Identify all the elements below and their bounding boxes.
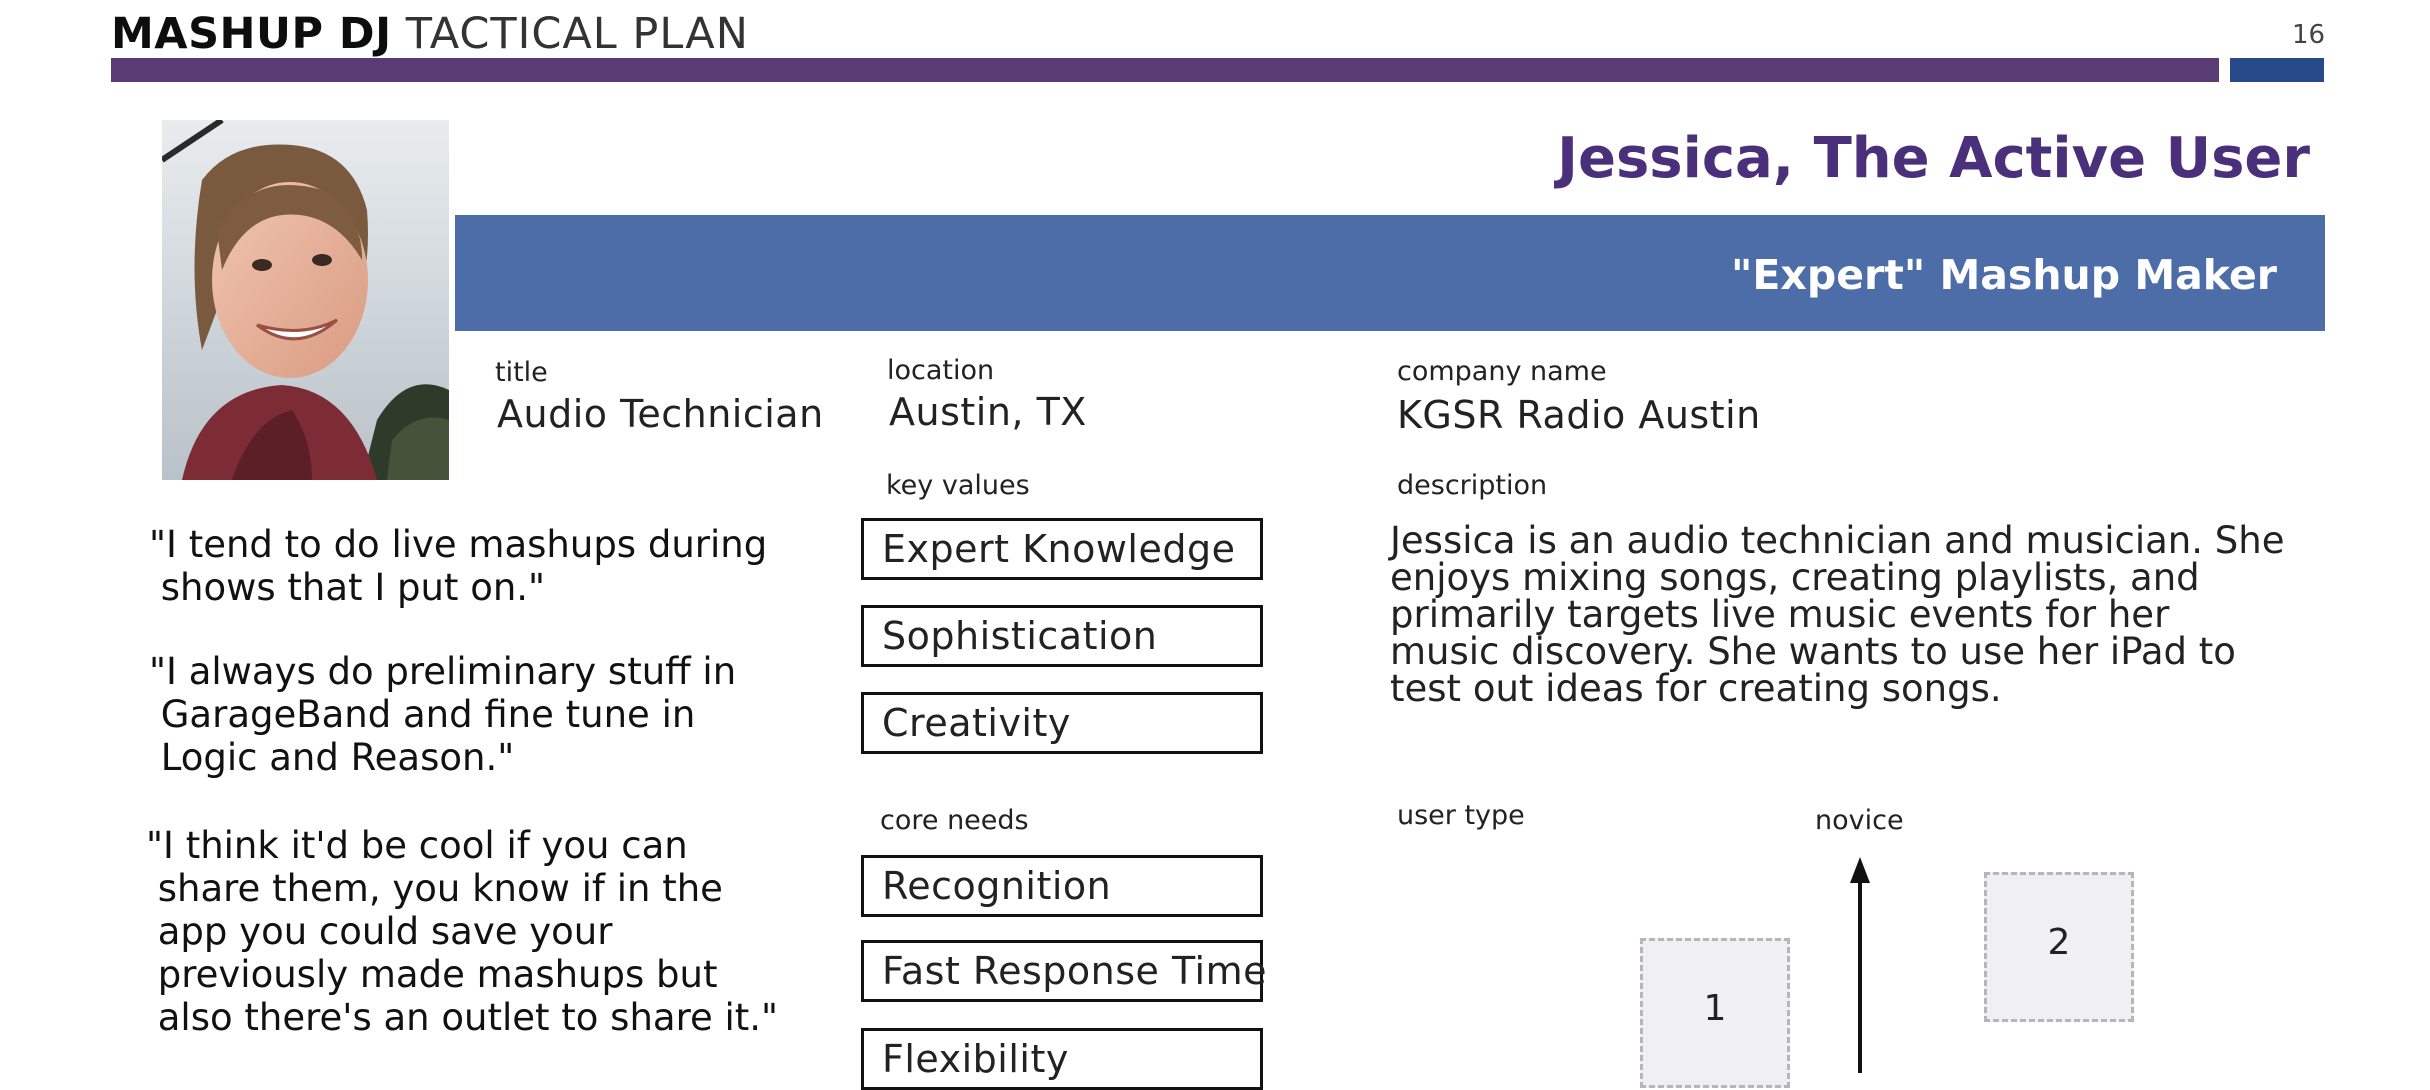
page-number: 16: [2292, 20, 2326, 50]
title-value: Audio Technician: [497, 392, 824, 436]
core-need-item: Recognition: [861, 855, 1263, 917]
quote-1: "I tend to do live mashups during shows …: [149, 523, 768, 609]
core-need-item: Fast Response Time: [861, 940, 1267, 1002]
persona-portrait-image: [162, 120, 449, 480]
persona-photo: [162, 120, 449, 480]
axis-label-novice: novice: [1815, 805, 1904, 836]
user-type-box-2: 2: [1984, 872, 2134, 1022]
key-value-text: Sophistication: [882, 614, 1158, 658]
document-title: MASHUP DJ TACTICAL PLAN: [111, 6, 749, 62]
box-1-label: 1: [1703, 988, 1727, 1029]
core-need-text: Flexibility: [882, 1037, 1069, 1081]
header-rule: [111, 58, 2219, 82]
core-needs-label: core needs: [880, 805, 1029, 836]
core-need-text: Fast Response Time: [882, 949, 1268, 993]
core-need-item: Flexibility: [861, 1028, 1263, 1090]
key-value-text: Expert Knowledge: [882, 527, 1236, 571]
title-label: title: [495, 357, 548, 388]
description-text: Jessica is an audio technician and music…: [1390, 519, 2285, 710]
key-value-text: Creativity: [882, 701, 1071, 745]
box-2-label: 2: [2047, 922, 2071, 963]
header-accent-block: [2230, 58, 2324, 82]
quote-2: "I always do preliminary stuff in Garage…: [149, 650, 737, 779]
description-label: description: [1397, 470, 1548, 501]
key-value-item: Expert Knowledge: [861, 518, 1263, 580]
title-light: TACTICAL PLAN: [405, 9, 749, 59]
core-need-text: Recognition: [882, 864, 1112, 908]
key-values-label: key values: [886, 470, 1030, 501]
key-value-item: Sophistication: [861, 605, 1263, 667]
user-type-vertical-axis: [1850, 857, 1870, 1073]
user-type-box-1: 1: [1640, 938, 1790, 1088]
location-value: Austin, TX: [889, 390, 1087, 434]
persona-subtitle: "Expert" Mashup Maker: [1731, 251, 2277, 299]
company-name-label: company name: [1397, 356, 1607, 387]
key-value-item: Creativity: [861, 692, 1263, 754]
persona-name: Jessica, The Active User: [1557, 126, 2310, 191]
persona-banner: "Expert" Mashup Maker: [455, 215, 2325, 331]
title-bold: MASHUP DJ: [111, 9, 392, 59]
axis-arrowhead: [1850, 857, 1870, 883]
user-type-label: user type: [1397, 800, 1525, 831]
company-name-value: KGSR Radio Austin: [1397, 393, 1761, 437]
quote-3: "I think it'd be cool if you can share t…: [146, 824, 779, 1039]
location-label: location: [887, 355, 995, 386]
